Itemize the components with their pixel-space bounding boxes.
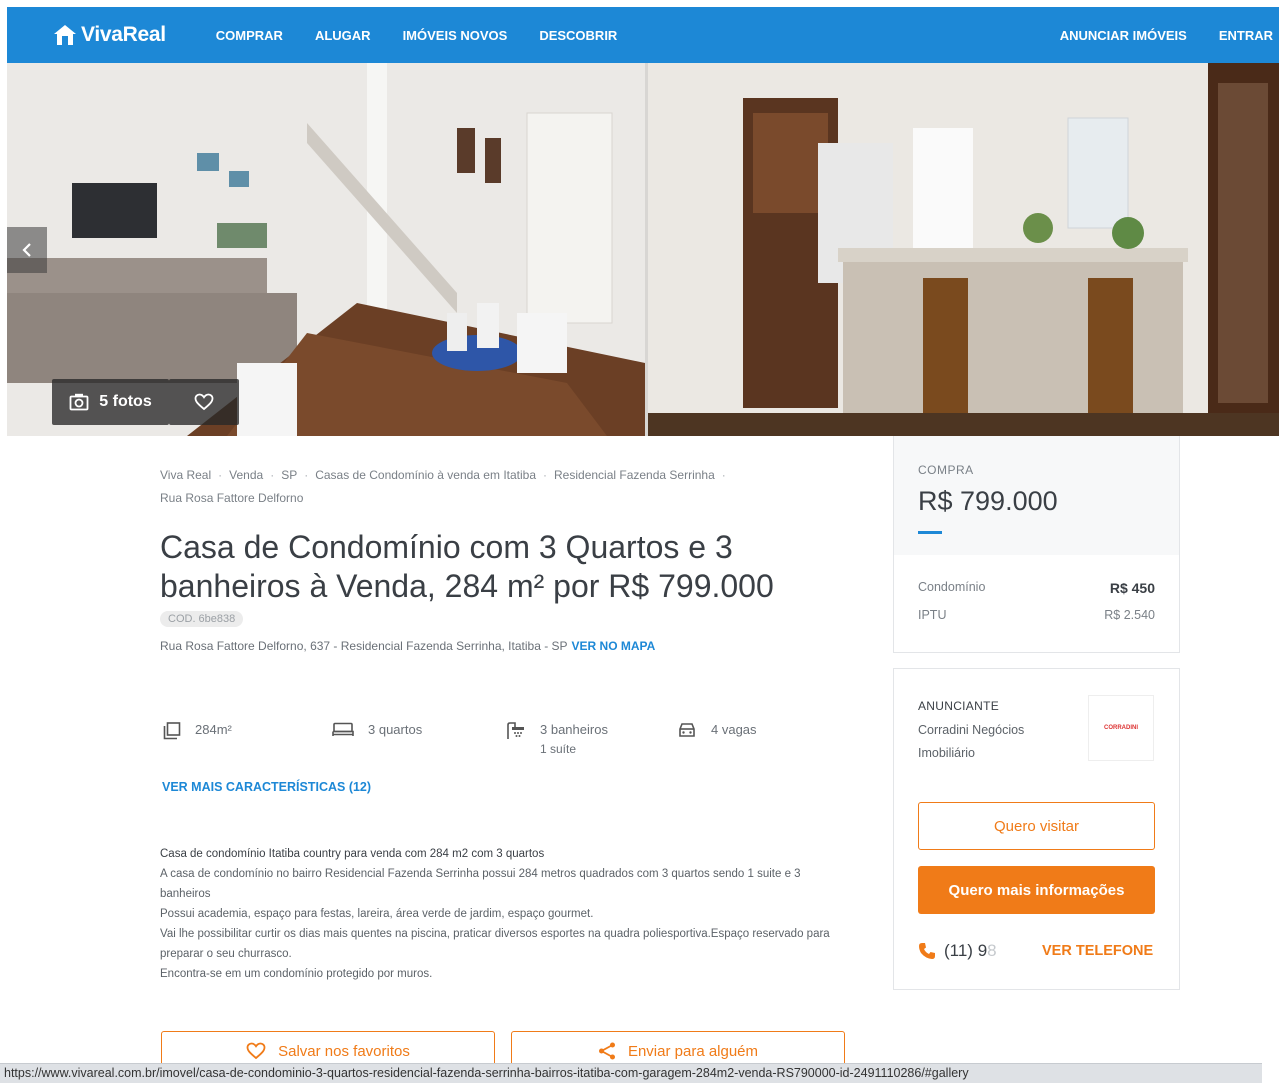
photo-gallery: 5 fotos bbox=[7, 63, 1279, 436]
feature-parking: 4 vagas bbox=[677, 722, 757, 738]
breadcrumb: Viva Real · Venda · SP · Casas de Condomínio à… bbox=[160, 464, 820, 510]
listing-code-badge: COD. 6be838 bbox=[160, 611, 244, 627]
iptu-value: R$ 2.540 bbox=[1104, 608, 1155, 622]
camera-icon bbox=[69, 393, 89, 411]
condo-fee-label: Condomínio bbox=[918, 580, 986, 594]
feature-bathrooms-value: 3 banheiros bbox=[540, 722, 608, 737]
breadcrumb-separator: · bbox=[304, 468, 309, 482]
feature-bathrooms-text: 3 banheiros 1 suíte bbox=[540, 722, 608, 756]
advertiser-name[interactable]: Corradini Negócios Imobiliário bbox=[918, 719, 1048, 765]
feature-area: 284m² bbox=[163, 722, 232, 740]
nav-descobrir[interactable]: DESCOBRIR bbox=[539, 28, 617, 43]
description-line: Casa de condomínio Itatiba country para … bbox=[160, 848, 545, 860]
gallery-prev-button[interactable] bbox=[7, 227, 47, 273]
phone-visible-digits: (11) 9 bbox=[944, 941, 988, 960]
listing-description: Casa de condomínio Itatiba country para … bbox=[160, 844, 850, 984]
breadcrumb-separator: · bbox=[543, 468, 548, 482]
features-row: 284m² 3 quartos 3 banheiros 1 suíte 4 va… bbox=[160, 722, 800, 772]
area-icon bbox=[163, 722, 181, 740]
breadcrumb-item-viva-real[interactable]: Viva Real bbox=[160, 468, 211, 482]
feature-area-value: 284m² bbox=[195, 722, 232, 737]
price-type-label: COMPRA bbox=[918, 463, 974, 477]
advertiser-logo-text: CORRADINI bbox=[1104, 725, 1138, 731]
account-nav: ANUNCIAR IMÓVEIS ENTRAR bbox=[1060, 28, 1273, 43]
main-nav: COMPRAR ALUGAR IMÓVEIS NOVOS DESCOBRIR bbox=[216, 28, 618, 43]
advertiser-logo[interactable]: CORRADINI bbox=[1088, 695, 1154, 761]
breadcrumb-separator: · bbox=[218, 468, 223, 482]
share-label: Enviar para alguém bbox=[627, 1042, 759, 1060]
feature-bathrooms: 3 banheiros 1 suíte bbox=[506, 722, 608, 756]
view-on-map-link[interactable]: VER NO MAPA bbox=[572, 639, 656, 653]
browser-status-url: https://www.vivareal.com.br/imovel/casa-… bbox=[0, 1063, 1262, 1083]
breadcrumb-item-sp[interactable]: SP bbox=[281, 468, 297, 482]
bed-icon bbox=[332, 722, 354, 736]
car-icon bbox=[679, 723, 695, 737]
condo-fee-row: Condomínio R$ 450 bbox=[918, 580, 1155, 596]
chevron-left-icon bbox=[22, 243, 31, 257]
show-phone-button[interactable]: VER TELEFONE bbox=[1042, 943, 1153, 959]
phone-number: (11) 98 bbox=[918, 941, 997, 961]
gallery-photo-kitchen[interactable] bbox=[648, 63, 1279, 436]
more-features-link[interactable]: VER MAIS CARACTERÍSTICAS (12) bbox=[162, 780, 371, 794]
address-text: Rua Rosa Fattore Delforno, 637 - Residen… bbox=[160, 639, 568, 653]
heart-icon bbox=[194, 393, 214, 411]
nav-alugar[interactable]: ALUGAR bbox=[315, 28, 371, 43]
description-line: Encontra-se em um condomínio protegido p… bbox=[160, 968, 433, 980]
heart-outline-icon bbox=[246, 1042, 266, 1060]
price-value: R$ 799.000 bbox=[918, 486, 1058, 516]
house-logo-icon bbox=[54, 25, 76, 45]
shower-icon bbox=[507, 722, 524, 739]
page: VivaReal COMPRAR ALUGAR IMÓVEIS NOVOS DE… bbox=[0, 0, 1279, 1083]
price-accent-line bbox=[918, 531, 942, 534]
feature-bedrooms: 3 quartos bbox=[332, 722, 422, 738]
price-card: COMPRA R$ 799.000 Condomínio R$ 450 IPTU… bbox=[893, 436, 1180, 653]
feature-suites-value: 1 suíte bbox=[540, 742, 577, 756]
kitchen-illustration bbox=[648, 63, 1279, 436]
price-summary: COMPRA R$ 799.000 bbox=[894, 436, 1179, 555]
breadcrumb-item-venda[interactable]: Venda bbox=[229, 468, 263, 482]
listing-address: Rua Rosa Fattore Delforno, 637 - Residen… bbox=[160, 639, 655, 653]
nav-anunciar-imoveis[interactable]: ANUNCIAR IMÓVEIS bbox=[1060, 28, 1187, 43]
iptu-label: IPTU bbox=[918, 608, 947, 622]
vivareal-logo[interactable]: VivaReal bbox=[53, 23, 166, 47]
breadcrumb-item-residencial[interactable]: Residencial Fazenda Serrinha bbox=[554, 468, 715, 482]
save-favorite-label: Salvar nos favoritos bbox=[278, 1042, 410, 1060]
top-nav-bar: VivaReal COMPRAR ALUGAR IMÓVEIS NOVOS DE… bbox=[7, 7, 1279, 63]
description-line: A casa de condomínio no bairro Residenci… bbox=[160, 868, 801, 900]
iptu-row: IPTU R$ 2.540 bbox=[918, 608, 1155, 622]
condo-fee-value: R$ 450 bbox=[1109, 580, 1155, 596]
phone-hidden-digits: 8 bbox=[987, 941, 997, 960]
schedule-visit-button[interactable]: Quero visitar bbox=[918, 802, 1155, 850]
feature-parking-value: 4 vagas bbox=[711, 722, 757, 737]
photo-count-button[interactable]: 5 fotos bbox=[52, 379, 169, 425]
logo-text: VivaReal bbox=[81, 23, 166, 46]
breadcrumb-item-casas-itatiba[interactable]: Casas de Condomínio à venda em Itatiba bbox=[315, 468, 536, 482]
photo-count-label: 5 fotos bbox=[99, 393, 152, 410]
breadcrumb-separator: · bbox=[721, 468, 726, 482]
advertiser-card: ANUNCIANTE Corradini Negócios Imobiliári… bbox=[893, 668, 1180, 990]
nav-imoveis-novos[interactable]: IMÓVEIS NOVOS bbox=[403, 28, 508, 43]
phone-icon bbox=[919, 943, 935, 959]
description-line: Vai lhe possibilitar curtir os dias mais… bbox=[160, 928, 830, 960]
share-icon bbox=[598, 1042, 615, 1060]
nav-entrar[interactable]: ENTRAR bbox=[1219, 28, 1273, 43]
feature-bedrooms-value: 3 quartos bbox=[368, 722, 423, 737]
advertiser-label: ANUNCIANTE bbox=[918, 699, 1000, 713]
breadcrumb-item-rua[interactable]: Rua Rosa Fattore Delforno bbox=[160, 491, 303, 505]
nav-comprar[interactable]: COMPRAR bbox=[216, 28, 283, 43]
favorite-toggle-button[interactable] bbox=[169, 379, 239, 425]
gallery-photo-living-room[interactable]: 5 fotos bbox=[7, 63, 645, 436]
listing-title: Casa de Condomínio com 3 Quartos e 3 ban… bbox=[160, 529, 774, 604]
description-line: Possui academia, espaço para festas, lar… bbox=[160, 908, 594, 920]
request-info-button[interactable]: Quero mais informações bbox=[918, 866, 1155, 914]
breadcrumb-separator: · bbox=[270, 468, 275, 482]
